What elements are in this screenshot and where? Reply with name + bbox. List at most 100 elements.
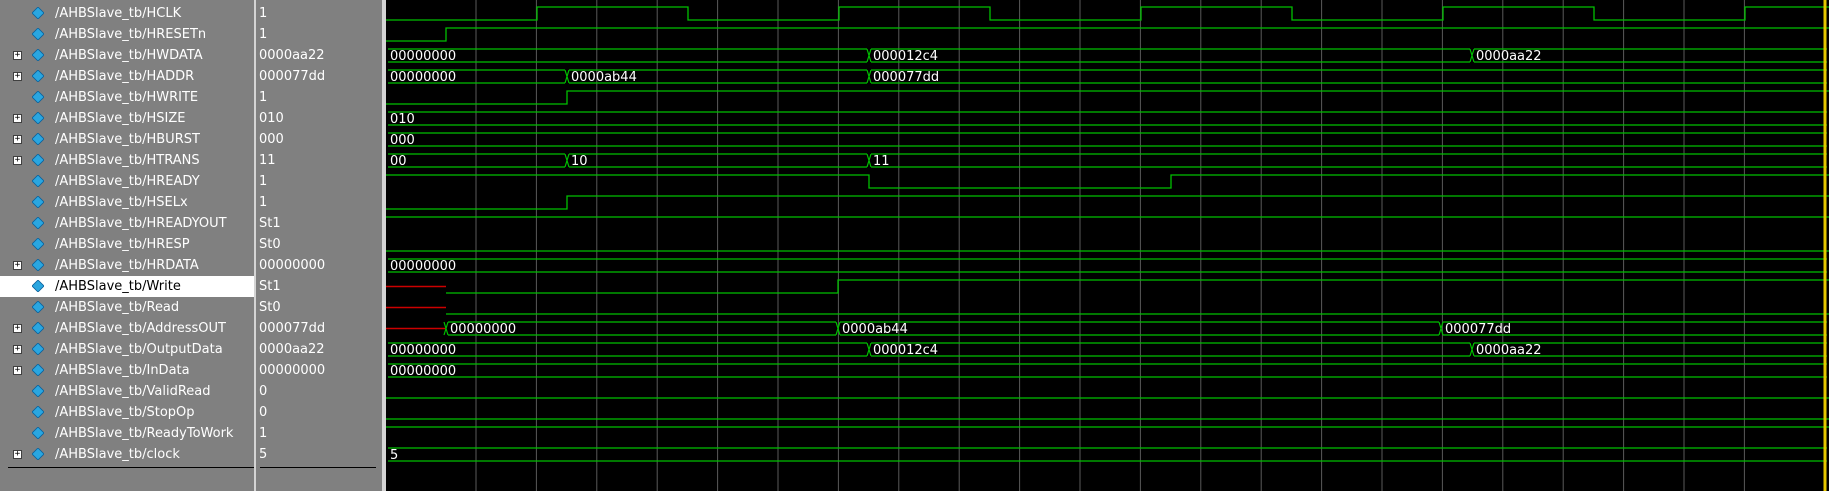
signal-value-row[interactable]: 1 xyxy=(256,3,382,24)
signal-diamond-icon xyxy=(32,7,44,19)
signal-value-row[interactable]: St0 xyxy=(256,297,382,318)
signal-row[interactable]: + /AHBSlave_tb/HWDATA xyxy=(0,45,254,66)
signal-value-row[interactable]: 1 xyxy=(256,423,382,444)
signal-value: 0 xyxy=(259,384,268,399)
expand-icon[interactable]: + xyxy=(13,261,22,270)
signal-row[interactable]: /AHBSlave_tb/HRESETn xyxy=(0,24,254,45)
waveform-trace xyxy=(386,195,1829,210)
bus-transition xyxy=(564,69,570,84)
signal-row[interactable]: + /AHBSlave_tb/AddressOUT xyxy=(0,318,254,339)
signal-row[interactable]: + /AHBSlave_tb/HSIZE xyxy=(0,108,254,129)
signal-value-row[interactable]: St0 xyxy=(256,234,382,255)
signal-value-row[interactable]: 1 xyxy=(256,192,382,213)
signal-row[interactable]: + /AHBSlave_tb/HRDATA xyxy=(0,255,254,276)
signal-value-row[interactable]: St1 xyxy=(256,213,382,234)
signal-row[interactable]: + /AHBSlave_tb/HTRANS xyxy=(0,150,254,171)
bus-value-label: 00 xyxy=(390,154,407,169)
signal-names-pane: /AHBSlave_tb/HCLK/AHBSlave_tb/HRESETn + /A… xyxy=(0,0,255,491)
signal-row[interactable]: /AHBSlave_tb/StopOp xyxy=(0,402,254,423)
signal-diamond-icon xyxy=(32,49,44,61)
expand-icon[interactable]: + xyxy=(13,114,22,123)
signal-row[interactable]: + /AHBSlave_tb/HBURST xyxy=(0,129,254,150)
signal-name: /AHBSlave_tb/HSIZE xyxy=(55,111,186,126)
signal-value-row[interactable]: 00000000 xyxy=(256,360,382,381)
signal-diamond-icon xyxy=(32,217,44,229)
signal-value: 0000aa22 xyxy=(259,342,325,357)
signal-value: 0000aa22 xyxy=(259,48,325,63)
signal-value-row[interactable]: 1 xyxy=(256,24,382,45)
signal-diamond-icon xyxy=(32,301,44,313)
signal-row[interactable]: /AHBSlave_tb/ValidRead xyxy=(0,381,254,402)
signal-diamond-icon xyxy=(32,427,44,439)
signal-value-row[interactable]: 1 xyxy=(256,87,382,108)
expand-icon[interactable]: + xyxy=(13,324,22,333)
signal-value: 00000000 xyxy=(259,363,326,378)
signal-diamond-icon xyxy=(32,238,44,250)
signal-value-row[interactable]: 0000aa22 xyxy=(256,339,382,360)
signal-name: /AHBSlave_tb/OutputData xyxy=(55,342,223,357)
signal-row[interactable]: /AHBSlave_tb/HRESP xyxy=(0,234,254,255)
bus-value-label: 000077dd xyxy=(1445,322,1511,337)
time-grid xyxy=(475,0,1745,491)
signal-value-row[interactable]: 000077dd xyxy=(256,66,382,87)
signal-value: 0 xyxy=(259,405,268,420)
signal-row[interactable]: + /AHBSlave_tb/HADDR xyxy=(0,66,254,87)
signal-value-row[interactable]: 5 xyxy=(256,444,382,465)
signal-row[interactable]: /AHBSlave_tb/Write xyxy=(0,276,254,297)
bus-value-label: 11 xyxy=(873,154,890,169)
waveform-trace: 00 10 11 xyxy=(388,153,1827,169)
signal-diamond-icon xyxy=(32,28,44,40)
signal-value-row[interactable]: 000 xyxy=(256,129,382,150)
signal-diamond-icon xyxy=(32,406,44,418)
signal-row[interactable]: /AHBSlave_tb/HCLK xyxy=(0,3,254,24)
expand-icon[interactable]: + xyxy=(13,135,22,144)
waveform-trace xyxy=(386,6,1829,21)
expand-icon[interactable]: + xyxy=(13,450,22,459)
signal-name: /AHBSlave_tb/StopOp xyxy=(55,405,195,420)
waveform-trace xyxy=(386,306,1829,315)
signal-value-row[interactable]: 00000000 xyxy=(256,255,382,276)
signal-value: 000 xyxy=(259,132,284,147)
bus-value-label: 000012c4 xyxy=(873,49,938,64)
signal-diamond-icon xyxy=(32,322,44,334)
signal-value: 000077dd xyxy=(259,69,326,84)
signal-value-row[interactable]: 0000aa22 xyxy=(256,45,382,66)
signal-row[interactable]: /AHBSlave_tb/Read xyxy=(0,297,254,318)
signal-diamond-icon xyxy=(32,133,44,145)
signal-value-row[interactable]: 0 xyxy=(256,402,382,423)
bus-value-label: 00000000 xyxy=(390,70,456,85)
signal-value: St1 xyxy=(259,279,281,294)
signal-name: /AHBSlave_tb/ValidRead xyxy=(55,384,211,399)
expand-icon[interactable]: + xyxy=(13,156,22,165)
signal-row[interactable]: /AHBSlave_tb/HSELx xyxy=(0,192,254,213)
expand-icon[interactable]: + xyxy=(13,345,22,354)
signal-name: /AHBSlave_tb/HREADY xyxy=(55,174,200,189)
signal-diamond-icon xyxy=(32,364,44,376)
signal-name: /AHBSlave_tb/Read xyxy=(55,300,180,315)
signal-name: /AHBSlave_tb/HREADYOUT xyxy=(55,216,227,231)
signal-value-row[interactable]: 010 xyxy=(256,108,382,129)
signal-name: /AHBSlave_tb/HTRANS xyxy=(55,153,200,168)
bus-value-label: 00000000 xyxy=(390,259,456,274)
signal-row[interactable]: /AHBSlave_tb/HREADY xyxy=(0,171,254,192)
signal-value-row[interactable]: 1 xyxy=(256,171,382,192)
waveform-trace: 00000000 000012c4 0000aa22 xyxy=(388,48,1827,64)
signal-value-row[interactable]: 0 xyxy=(256,381,382,402)
expand-icon[interactable]: + xyxy=(13,72,22,81)
signal-row[interactable]: /AHBSlave_tb/ReadyToWork xyxy=(0,423,254,444)
expand-icon[interactable]: + xyxy=(13,366,22,375)
signal-value: 010 xyxy=(259,111,284,126)
signal-row[interactable]: + /AHBSlave_tb/OutputData xyxy=(0,339,254,360)
expand-icon[interactable]: + xyxy=(13,51,22,60)
signal-row[interactable]: /AHBSlave_tb/HWRITE xyxy=(0,87,254,108)
pane-bottom-rule xyxy=(8,467,254,468)
bus-transition xyxy=(866,153,872,168)
signal-value-row[interactable]: St1 xyxy=(256,276,382,297)
signal-value-row[interactable]: 11 xyxy=(256,150,382,171)
waveform-pane[interactable]: 00000000 000012c4 0000aa22 00000000 0000ab44… xyxy=(386,0,1829,491)
signal-value-row[interactable]: 000077dd xyxy=(256,318,382,339)
signal-row[interactable]: /AHBSlave_tb/HREADYOUT xyxy=(0,213,254,234)
bus-value-label: 0000aa22 xyxy=(1476,49,1542,64)
signal-row[interactable]: + /AHBSlave_tb/clock xyxy=(0,444,254,465)
signal-row[interactable]: + /AHBSlave_tb/InData xyxy=(0,360,254,381)
